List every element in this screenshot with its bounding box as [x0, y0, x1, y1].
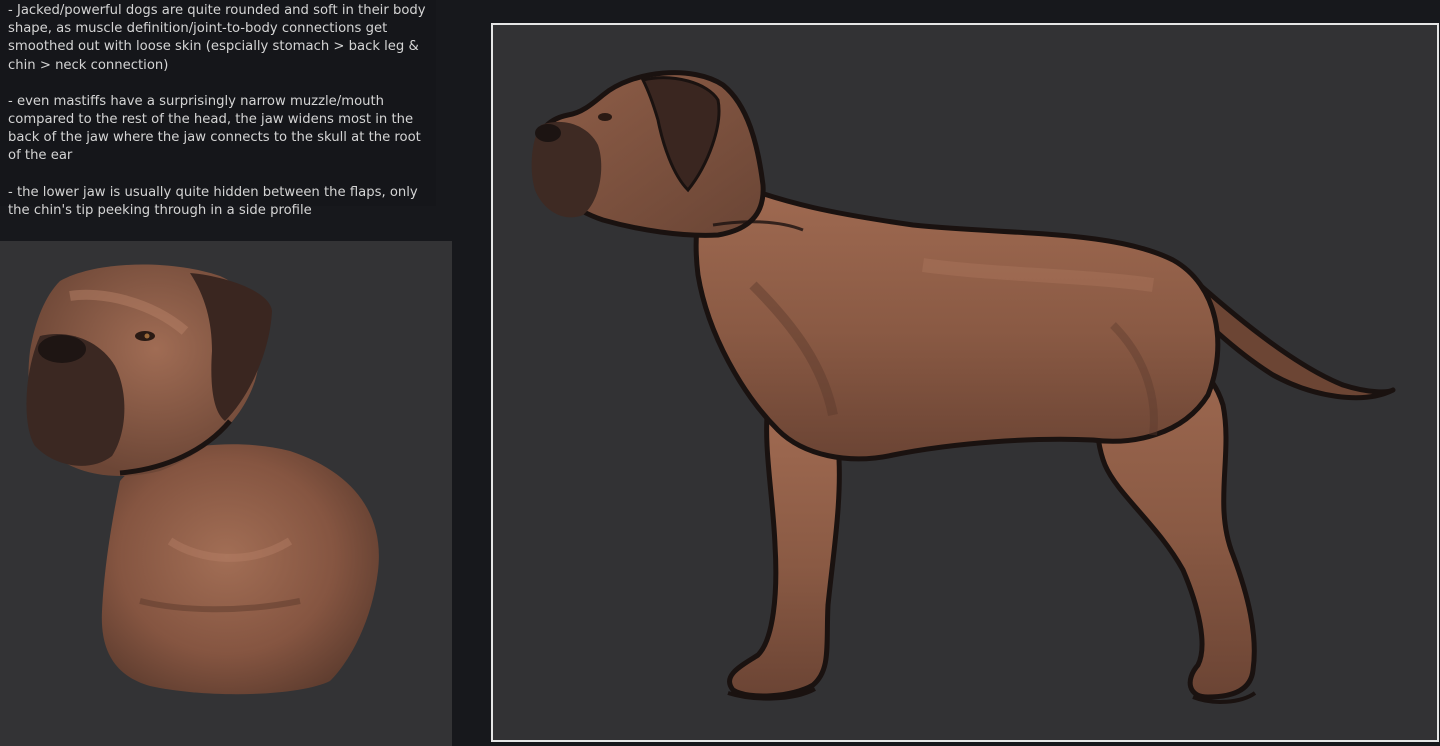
eye-icon — [598, 113, 612, 121]
note-1: - Jacked/powerful dogs are quite rounded… — [8, 3, 430, 73]
chest-shape — [101, 444, 379, 695]
torso-shape — [693, 172, 1221, 462]
mastiff-full-body-illustration — [531, 70, 1396, 704]
nose-icon — [535, 124, 561, 142]
mastiff-bust-illustration — [26, 264, 379, 695]
mastiff-full-body-study — [491, 23, 1439, 742]
nose-icon — [38, 335, 86, 363]
notes-panel: - Jacked/powerful dogs are quite rounded… — [0, 0, 436, 218]
note-3: - the lower jaw is usually quite hidden … — [8, 184, 422, 218]
note-2: - even mastiffs have a surprisingly narr… — [8, 93, 426, 164]
mastiff-head-bust-study — [0, 241, 452, 746]
